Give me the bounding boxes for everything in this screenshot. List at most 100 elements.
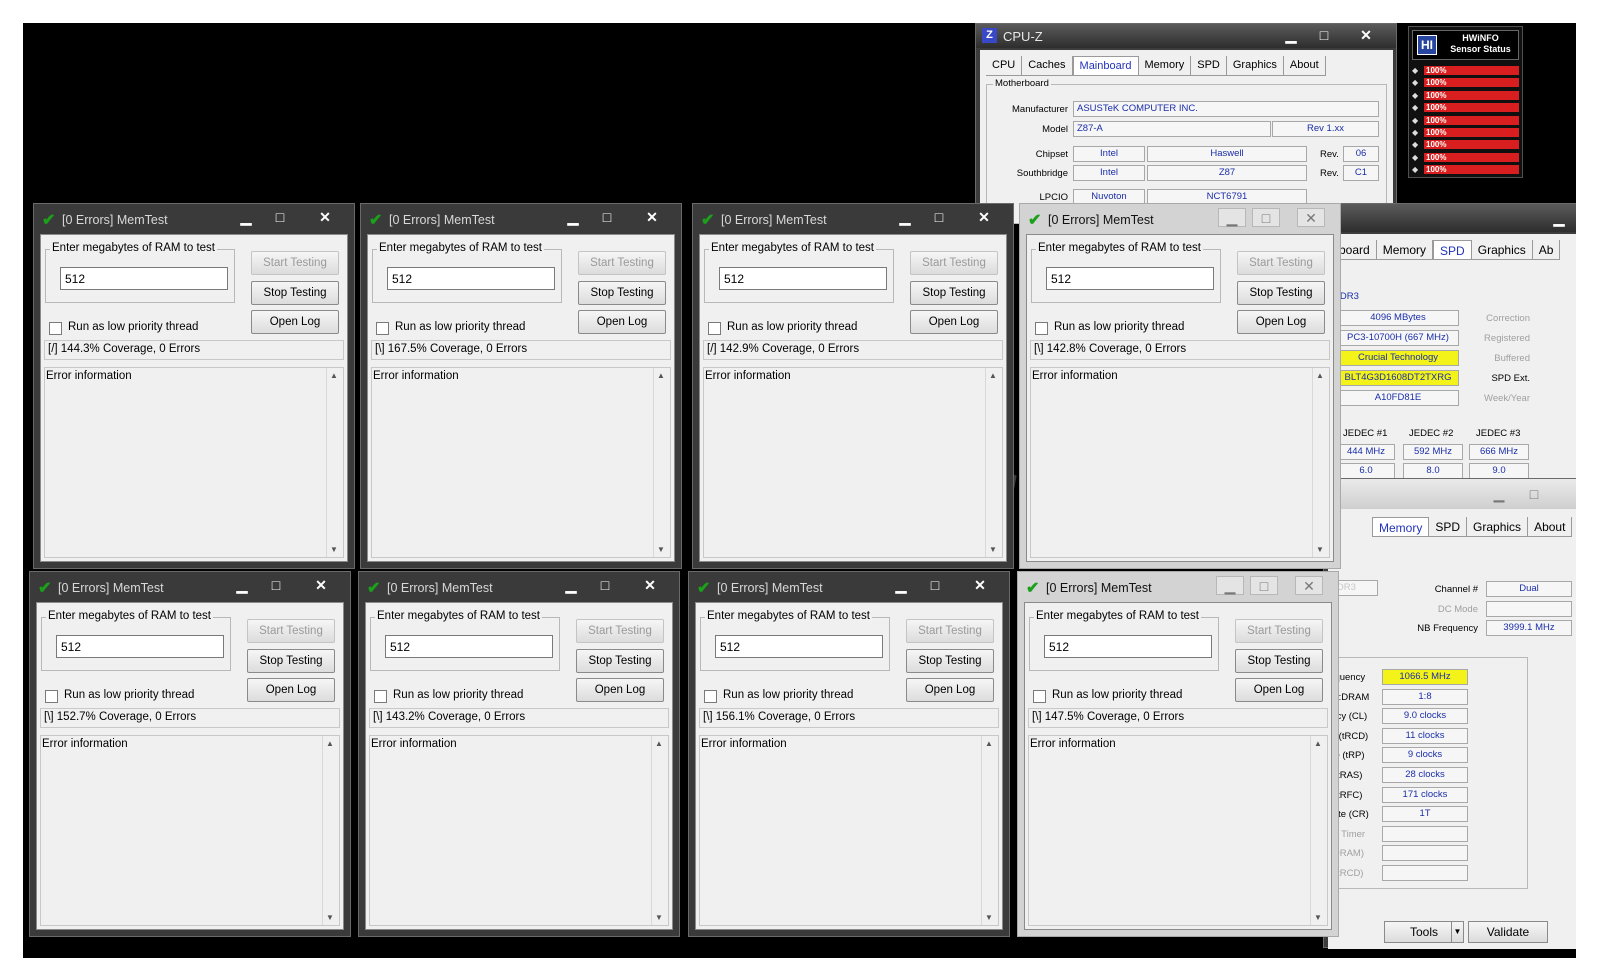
tab-memory[interactable]: Memory bbox=[1377, 240, 1434, 259]
minimize-icon[interactable]: ▁ bbox=[1218, 208, 1246, 227]
stop-testing-button[interactable]: Stop Testing bbox=[1235, 649, 1323, 673]
hwinfo-window[interactable]: HI HWiNFO Sensor Status ◆ 100% ◆ 100% ◆ 100% ◆… bbox=[1408, 26, 1523, 178]
open-log-button[interactable]: Open Log bbox=[576, 678, 664, 702]
tab-graphics[interactable]: Graphics bbox=[1472, 240, 1533, 259]
tab-about[interactable]: About bbox=[1528, 517, 1573, 536]
minimize-icon[interactable]: ▁ bbox=[887, 576, 915, 595]
open-log-button[interactable]: Open Log bbox=[247, 678, 335, 702]
start-testing-button[interactable]: Start Testing bbox=[576, 619, 664, 643]
memtest-window[interactable]: ✔ [0 Errors] MemTest ▁ □ ✕ Enter megabytes of… bbox=[1017, 571, 1339, 937]
ram-input[interactable] bbox=[1046, 267, 1214, 290]
cpuz-window[interactable]: Z CPU-Z ▁ □ ✕ CPU Caches Mainboard Memor… bbox=[975, 23, 1397, 224]
tab-mainboard[interactable]: Mainboard bbox=[1072, 56, 1139, 75]
memtest-titlebar[interactable]: ✔ [0 Errors] MemTest ▁ □ ✕ bbox=[1020, 204, 1340, 234]
cpuz-memory-window[interactable]: ▁ □ Memory SPD Graphics About DDR3 Chann… bbox=[1308, 478, 1576, 949]
scroll-down-icon[interactable]: ▼ bbox=[330, 545, 338, 554]
error-info-box[interactable]: Error information ▲ ▼ bbox=[1028, 735, 1328, 926]
open-log-button[interactable]: Open Log bbox=[578, 310, 666, 334]
scroll-up-icon[interactable]: ▲ bbox=[1314, 739, 1322, 748]
validate-button[interactable]: Validate bbox=[1468, 921, 1548, 943]
cpuz-spd-titlebar[interactable]: ▁ bbox=[1329, 204, 1576, 232]
close-icon[interactable]: ✕ bbox=[1351, 26, 1381, 44]
scrollbar[interactable]: ▲ ▼ bbox=[1312, 368, 1329, 557]
open-log-button[interactable]: Open Log bbox=[910, 310, 998, 334]
memtest-titlebar[interactable]: ✔ [0 Errors] MemTest ▁ □ ✕ bbox=[693, 204, 1013, 234]
maximize-icon[interactable]: □ bbox=[1250, 576, 1278, 595]
ram-input[interactable] bbox=[1044, 635, 1212, 658]
error-info-box[interactable]: Error information ▲ ▼ bbox=[40, 735, 340, 926]
low-priority-checkbox[interactable] bbox=[374, 690, 387, 703]
low-priority-checkbox[interactable] bbox=[45, 690, 58, 703]
maximize-icon[interactable]: □ bbox=[591, 576, 619, 595]
scroll-down-icon[interactable]: ▼ bbox=[655, 913, 663, 922]
ram-input[interactable] bbox=[715, 635, 883, 658]
minimize-icon[interactable]: ▁ bbox=[559, 208, 587, 227]
low-priority-checkbox[interactable] bbox=[1033, 690, 1046, 703]
maximize-icon[interactable]: □ bbox=[266, 208, 294, 227]
stop-testing-button[interactable]: Stop Testing bbox=[578, 281, 666, 305]
tab-memory[interactable]: Memory bbox=[1372, 517, 1430, 536]
tab-spd[interactable]: SPD bbox=[1429, 517, 1468, 536]
open-log-button[interactable]: Open Log bbox=[906, 678, 994, 702]
scrollbar[interactable]: ▲ ▼ bbox=[651, 736, 668, 925]
memtest-window[interactable]: ✔ [0 Errors] MemTest ▁ □ ✕ Enter megabytes of… bbox=[688, 571, 1010, 937]
memtest-titlebar[interactable]: ✔ [0 Errors] MemTest ▁ □ ✕ bbox=[359, 572, 679, 602]
close-icon[interactable]: ✕ bbox=[1295, 576, 1323, 595]
minimize-icon[interactable]: ▁ bbox=[557, 576, 585, 595]
maximize-icon[interactable]: □ bbox=[262, 576, 290, 595]
memtest-window[interactable]: ✔ [0 Errors] MemTest ▁ □ ✕ Enter megabytes of… bbox=[360, 203, 682, 569]
scroll-up-icon[interactable]: ▲ bbox=[326, 739, 334, 748]
low-priority-checkbox[interactable] bbox=[704, 690, 717, 703]
start-testing-button[interactable]: Start Testing bbox=[247, 619, 335, 643]
close-icon[interactable]: ✕ bbox=[966, 576, 994, 595]
tab-graphics[interactable]: Graphics bbox=[1227, 56, 1284, 75]
maximize-icon[interactable]: □ bbox=[1519, 485, 1549, 503]
scrollbar[interactable]: ▲ ▼ bbox=[653, 368, 670, 557]
memtest-titlebar[interactable]: ✔ [0 Errors] MemTest ▁ □ ✕ bbox=[1018, 572, 1338, 602]
scroll-down-icon[interactable]: ▼ bbox=[1316, 545, 1324, 554]
scroll-down-icon[interactable]: ▼ bbox=[326, 913, 334, 922]
open-log-button[interactable]: Open Log bbox=[1237, 310, 1325, 334]
memtest-window[interactable]: ✔ [0 Errors] MemTest ▁ □ ✕ Enter megabytes of… bbox=[358, 571, 680, 937]
minimize-icon[interactable]: ▁ bbox=[1216, 576, 1244, 595]
start-testing-button[interactable]: Start Testing bbox=[906, 619, 994, 643]
scroll-down-icon[interactable]: ▼ bbox=[1314, 913, 1322, 922]
memtest-titlebar[interactable]: ✔ [0 Errors] MemTest ▁ □ ✕ bbox=[30, 572, 350, 602]
start-testing-button[interactable]: Start Testing bbox=[1235, 619, 1323, 643]
tab-caches[interactable]: Caches bbox=[1022, 56, 1073, 75]
error-info-box[interactable]: Error information ▲ ▼ bbox=[699, 735, 999, 926]
error-info-box[interactable]: Error information ▲ ▼ bbox=[703, 367, 1003, 558]
tab-spd[interactable]: SPD bbox=[1191, 56, 1227, 75]
tab-about[interactable]: About bbox=[1284, 56, 1326, 75]
stop-testing-button[interactable]: Stop Testing bbox=[906, 649, 994, 673]
scroll-down-icon[interactable]: ▼ bbox=[989, 545, 997, 554]
stop-testing-button[interactable]: Stop Testing bbox=[251, 281, 339, 305]
close-icon[interactable]: ✕ bbox=[1297, 208, 1325, 227]
start-testing-button[interactable]: Start Testing bbox=[1237, 251, 1325, 275]
maximize-icon[interactable]: □ bbox=[593, 208, 621, 227]
memtest-window[interactable]: ✔ [0 Errors] MemTest ▁ □ ✕ Enter megabytes of… bbox=[692, 203, 1014, 569]
scroll-down-icon[interactable]: ▼ bbox=[657, 545, 665, 554]
start-testing-button[interactable]: Start Testing bbox=[578, 251, 666, 275]
close-icon[interactable]: ✕ bbox=[307, 576, 335, 595]
minimize-icon[interactable]: ▁ bbox=[1276, 26, 1306, 44]
scrollbar[interactable]: ▲ ▼ bbox=[981, 736, 998, 925]
close-icon[interactable]: ✕ bbox=[311, 208, 339, 227]
maximize-icon[interactable]: □ bbox=[925, 208, 953, 227]
low-priority-checkbox[interactable] bbox=[49, 322, 62, 335]
error-info-box[interactable]: Error information ▲ ▼ bbox=[369, 735, 669, 926]
scroll-up-icon[interactable]: ▲ bbox=[655, 739, 663, 748]
low-priority-checkbox[interactable] bbox=[708, 322, 721, 335]
start-testing-button[interactable]: Start Testing bbox=[910, 251, 998, 275]
maximize-icon[interactable]: □ bbox=[1252, 208, 1280, 227]
tab-cpu[interactable]: CPU bbox=[986, 56, 1023, 75]
open-log-button[interactable]: Open Log bbox=[1235, 678, 1323, 702]
tab-about-cut[interactable]: Ab bbox=[1533, 240, 1561, 259]
scroll-down-icon[interactable]: ▼ bbox=[985, 913, 993, 922]
cpuz-memory-titlebar[interactable]: ▁ □ bbox=[1324, 479, 1576, 509]
ram-input[interactable] bbox=[385, 635, 553, 658]
cpuz-spd-window[interactable]: ▁ board Memory SPD Graphics Ab DDR3 4096… bbox=[1328, 203, 1576, 504]
memtest-titlebar[interactable]: ✔ [0 Errors] MemTest ▁ □ ✕ bbox=[689, 572, 1009, 602]
tab-spd[interactable]: SPD bbox=[1433, 240, 1472, 259]
cpuz-titlebar[interactable]: Z CPU-Z ▁ □ ✕ bbox=[976, 24, 1396, 48]
